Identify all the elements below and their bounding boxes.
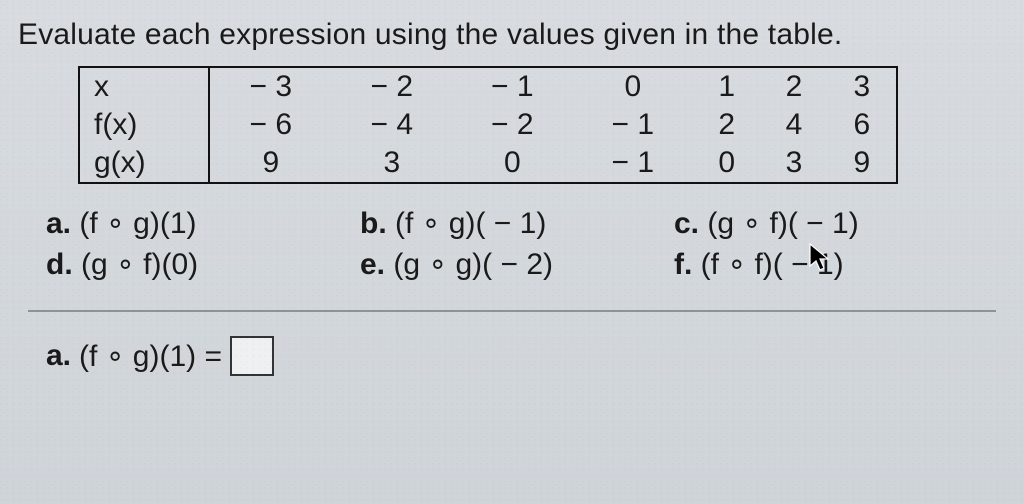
instruction-text: Evaluate each expression using the value…: [18, 18, 1006, 52]
cell: 3: [828, 67, 897, 106]
question-letter: c.: [674, 207, 699, 240]
cell: − 1: [573, 144, 694, 183]
cell: 3: [760, 144, 827, 183]
cell: − 2: [452, 106, 573, 144]
answer-input[interactable]: [230, 336, 274, 376]
row-label-fx: f(x): [79, 106, 209, 144]
question-letter: b.: [360, 207, 387, 240]
question-expr: (g ∘ f)( − 1): [707, 207, 858, 240]
cell: 2: [693, 106, 760, 144]
question-letter: d.: [46, 248, 73, 281]
cell: − 4: [332, 106, 453, 144]
cell: 9: [828, 144, 897, 183]
question-c: c. (g ∘ f)( − 1): [674, 206, 978, 241]
row-label-gx: g(x): [79, 144, 209, 183]
cell: 0: [452, 144, 573, 183]
cell: − 1: [452, 67, 573, 106]
answer-row: a. (f ∘ g)(1) =: [46, 336, 1006, 376]
answer-letter: a.: [46, 339, 71, 373]
question-expr: (f ∘ g)(1): [79, 207, 196, 240]
value-table: x − 3 − 2 − 1 0 1 2 3 f(x) − 6 − 4 − 2 −…: [78, 66, 898, 184]
question-d: d. (g ∘ f)(0): [46, 247, 350, 282]
cell: 4: [760, 106, 827, 144]
question-letter: e.: [360, 248, 385, 281]
question-letter: f.: [674, 248, 692, 281]
cell: 2: [760, 67, 827, 106]
table-row: f(x) − 6 − 4 − 2 − 1 2 4 6: [79, 106, 897, 144]
problem-container: Evaluate each expression using the value…: [0, 0, 1024, 376]
row-label-x: x: [79, 67, 209, 106]
cell: 1: [693, 67, 760, 106]
cell: − 1: [573, 106, 694, 144]
question-e: e. (g ∘ g)( − 2): [360, 247, 664, 282]
answer-expr: (f ∘ g)(1) =: [79, 339, 222, 374]
question-letter: a.: [46, 207, 71, 240]
question-expr: (f ∘ g)( − 1): [395, 207, 546, 240]
cell: − 2: [332, 67, 453, 106]
question-b: b. (f ∘ g)( − 1): [360, 206, 664, 241]
divider: [28, 310, 996, 312]
question-expr: (f ∘ f)( − 1): [701, 248, 844, 281]
table-row: g(x) 9 3 0 − 1 0 3 9: [79, 144, 897, 183]
cell: − 6: [209, 106, 332, 144]
table-row: x − 3 − 2 − 1 0 1 2 3: [79, 67, 897, 106]
question-expr: (g ∘ f)(0): [81, 248, 198, 281]
cell: 0: [573, 67, 694, 106]
question-grid: a. (f ∘ g)(1) b. (f ∘ g)( − 1) c. (g ∘ f…: [46, 206, 978, 282]
question-a: a. (f ∘ g)(1): [46, 206, 350, 241]
question-expr: (g ∘ g)( − 2): [393, 248, 553, 281]
cell: 9: [209, 144, 332, 183]
cell: 6: [828, 106, 897, 144]
cell: 0: [693, 144, 760, 183]
question-f: f. (f ∘ f)( − 1): [674, 247, 978, 282]
cell: − 3: [209, 67, 332, 106]
cell: 3: [332, 144, 453, 183]
